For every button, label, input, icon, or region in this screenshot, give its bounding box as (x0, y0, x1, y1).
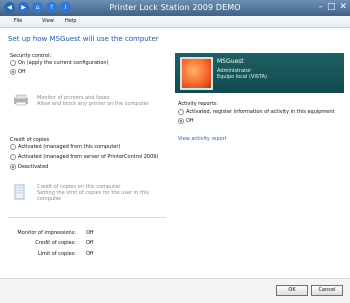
app-window: ◀ ▶ ⌂ ? i Printer Lock Station 2009 DEMO… (0, 0, 350, 303)
credit-server-label: Activated (managed from server of Printe… (18, 154, 159, 160)
activity-reports-label: Activity reports: (178, 101, 218, 107)
activity-activated-label: Activated, register information of activ… (186, 109, 335, 115)
security-control-label: Security control: (10, 53, 52, 59)
stat-value-limit: Off (86, 251, 94, 257)
document-copy-icon (14, 184, 25, 200)
credit-deactivated-radio[interactable] (10, 164, 16, 170)
title-bar: ◀ ▶ ⌂ ? i Printer Lock Station 2009 DEMO… (0, 0, 350, 16)
user-card: MSGuest Administrator Equipo local (VIST… (175, 53, 344, 93)
security-off-label: Off (18, 69, 26, 75)
credit-server-radio[interactable] (10, 154, 16, 160)
credit-local-label: Activated (managed from this computer) (18, 144, 121, 150)
menu-view[interactable]: View (42, 18, 54, 24)
user-name: MSGuest (217, 58, 244, 65)
menu-bar: File View Help (0, 16, 350, 28)
stat-label-limit: Limit of copies: (37, 251, 76, 257)
window-controls: – □ ✕ (318, 2, 347, 13)
ok-button[interactable]: OK (276, 285, 308, 296)
security-on-radio[interactable] (10, 60, 16, 66)
credit-section-description-2: computer (37, 196, 62, 202)
activity-activated-radio[interactable] (178, 109, 184, 115)
credit-local-radio[interactable] (10, 144, 16, 150)
stat-label-impressions: Monitor of impressions: (17, 230, 76, 236)
security-off-radio[interactable] (10, 69, 16, 75)
avatar (180, 57, 213, 90)
printer-icon (12, 94, 30, 106)
menu-help[interactable]: Help (65, 18, 76, 24)
security-on-label: On (apply the current configuration) (18, 60, 109, 66)
page-title: Set up how MSGuest will use the computer (8, 35, 159, 43)
minimize-button[interactable]: – (318, 2, 323, 13)
view-activity-report-link[interactable]: View activity report (178, 136, 227, 142)
stat-value-impressions: Off (86, 230, 94, 236)
maximize-button[interactable]: □ (327, 2, 336, 13)
stat-label-credit: Credit of copies: (35, 240, 76, 246)
activity-off-radio[interactable] (178, 118, 184, 124)
footer-bar: OK Cancel (0, 278, 350, 303)
menu-file[interactable]: File (14, 18, 22, 24)
close-button[interactable]: ✕ (339, 2, 347, 13)
monitor-description: Allow and block any printer on the compu… (37, 101, 149, 107)
activity-off-label: Off (186, 118, 194, 124)
window-title: Printer Lock Station 2009 DEMO (109, 3, 241, 12)
credit-deactivated-label: Deactivated (18, 164, 49, 170)
stats-divider (8, 217, 166, 218)
user-host: Equipo local (VISTA) (217, 74, 268, 80)
cancel-button[interactable]: Cancel (311, 285, 343, 296)
credit-label: Credit of copies (10, 137, 50, 143)
stat-value-credit: Off (86, 240, 94, 246)
